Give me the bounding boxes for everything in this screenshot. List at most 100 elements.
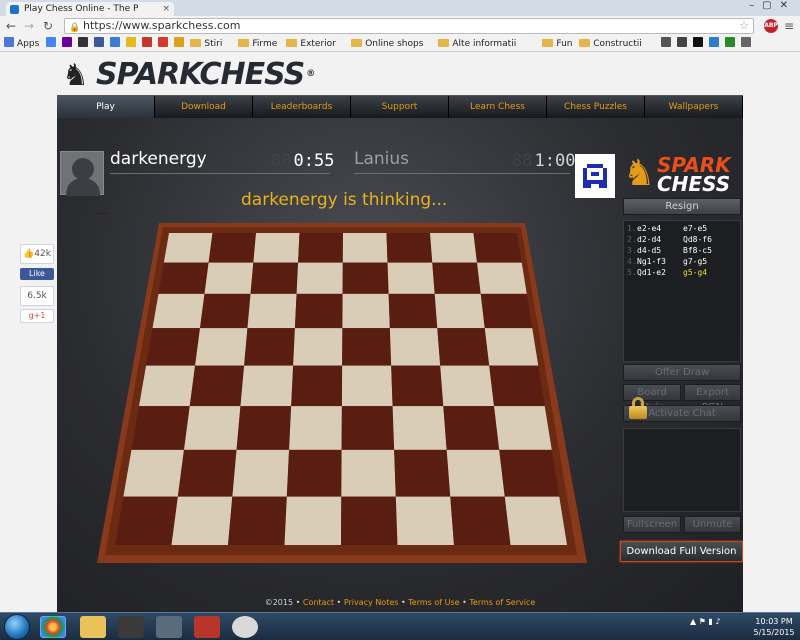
board-svg[interactable]: ♜♞♝♚♛♝♞♜♟♟♟♛♟♟♟♞♟♟♟♝♛♟♟♟♟♟♞♚♝♞♜♜	[97, 213, 587, 563]
window-controls[interactable]: –▢✕	[749, 0, 796, 11]
bookmark-firme[interactable]: Firme	[238, 37, 277, 51]
board-square	[199, 293, 251, 329]
bookmark-facebook-icon[interactable]	[94, 37, 107, 51]
bookmark-grid-site-icon[interactable]	[660, 37, 674, 51]
unmute-button[interactable]: Unmute	[684, 516, 741, 533]
rl-icon	[142, 37, 153, 47]
sparkchess-logo[interactable]: ♞ SPARKCHESS ®	[62, 52, 315, 97]
nav-play[interactable]: Play	[57, 96, 155, 119]
board-square	[228, 496, 287, 545]
board-square	[395, 496, 454, 545]
bookmark-yahoo-icon[interactable]	[62, 37, 75, 51]
start-button-icon[interactable]	[4, 614, 30, 640]
chess-board[interactable]: ♜♞♝♚♛♝♞♜♟♟♟♛♟♟♟♞♟♟♟♝♛♟♟♟♟♟♞♚♝♞♜♜	[97, 213, 587, 563]
bookmark-clock-site-icon[interactable]	[724, 37, 738, 51]
bookmark-apps[interactable]: Apps	[4, 37, 39, 51]
system-date: 5/15/2015	[753, 628, 795, 637]
bookmark-dark-site-icon[interactable]	[78, 37, 91, 51]
reload-icon[interactable]: ↻	[43, 19, 53, 33]
board-square	[437, 328, 490, 366]
bookmark-rl-icon[interactable]	[142, 37, 155, 51]
folder-icon	[579, 39, 591, 47]
bookmark-alte-informatii[interactable]: Alte informatii	[438, 37, 516, 51]
back-arrow-icon[interactable]: ←	[6, 19, 16, 33]
bookmark-dexonline-icon[interactable]	[676, 37, 690, 51]
browser-menu-icon[interactable]: ≡	[784, 19, 794, 33]
folder-icon	[190, 39, 202, 47]
apps-grid-icon	[4, 37, 14, 47]
google-plus-button[interactable]: g+1	[20, 309, 54, 323]
board-square	[296, 262, 343, 294]
bookmark-star-site-icon[interactable]	[158, 37, 171, 51]
fullscreen-button[interactable]: Fullscreen	[623, 516, 681, 533]
download-full-version-button[interactable]: Download Full Version	[620, 541, 743, 562]
resign-button[interactable]: Resign	[623, 198, 741, 215]
forward-arrow-icon[interactable]: →	[24, 19, 34, 33]
bookmark-imdb-icon[interactable]	[126, 37, 139, 51]
board-square	[232, 449, 290, 497]
move-row[interactable]: 5.Qd1-e2 g5-g4	[627, 267, 737, 278]
black-rook-piece[interactable]: ♜	[97, 213, 112, 221]
side-logo-chess: CHESS	[657, 172, 731, 196]
board-square	[184, 406, 241, 450]
board-square	[291, 365, 343, 407]
bookmark-globe-icon[interactable]	[708, 37, 722, 51]
bookmark-fun[interactable]: Fun	[542, 37, 572, 51]
move-row[interactable]: 3.d4-d5 Bf8-c5	[627, 245, 737, 256]
address-bar[interactable]: 🔒 https://www.sparkchess.com ☆	[64, 18, 754, 34]
export-pgn-button[interactable]: Export PGN	[684, 384, 741, 413]
nvidia-icon[interactable]	[118, 616, 144, 638]
move-row[interactable]: 1.e2-e4 e7-e5	[627, 223, 737, 234]
footer-separator: •	[295, 598, 301, 607]
footer-contact-link[interactable]: Contact	[303, 598, 334, 607]
player-clock: 88 0:55	[271, 151, 334, 171]
m-app-icon[interactable]	[156, 616, 182, 638]
nav-learn-chess[interactable]: Learn Chess	[449, 96, 547, 119]
move-number: 2.	[627, 235, 637, 244]
bookmark-stiri[interactable]: Stiri	[190, 37, 222, 51]
board-square	[477, 262, 527, 294]
board-square	[171, 496, 233, 545]
nav-support[interactable]: Support	[351, 96, 449, 119]
bookmark-mail-site-icon[interactable]	[174, 37, 187, 51]
board-square	[204, 262, 254, 294]
nav-chess-puzzles[interactable]: Chess Puzzles	[547, 96, 645, 119]
folder-icon	[286, 39, 298, 47]
system-clock[interactable]: 10:03 PM 5/15/2015	[752, 616, 796, 638]
bookmark-exterior[interactable]: Exterior	[286, 37, 336, 51]
bookmark-constructii[interactable]: Constructii	[579, 37, 642, 51]
board-square	[146, 328, 200, 366]
nav-leaderboards[interactable]: Leaderboards	[253, 96, 351, 119]
bookmark-t-site-icon[interactable]	[110, 37, 123, 51]
chrome-taskbar-icon[interactable]	[40, 616, 66, 638]
footer-separator: •	[336, 598, 342, 607]
footer-service-link[interactable]: Terms of Service	[469, 598, 535, 607]
adblock-extension-icon[interactable]: ABP	[764, 19, 778, 33]
bookmark-star-icon[interactable]: ☆	[739, 19, 749, 33]
thumbs-up-icon: 👍	[23, 249, 35, 259]
facebook-like-button[interactable]: Like	[20, 268, 54, 280]
file-explorer-icon[interactable]	[80, 616, 106, 638]
bookmark-google-icon[interactable]	[46, 37, 59, 51]
chat-box[interactable]	[623, 428, 741, 512]
nav-download[interactable]: Download	[155, 96, 253, 119]
bookmark-ri-icon[interactable]	[692, 37, 706, 51]
footer-privacy-link[interactable]: Privacy Notes	[344, 598, 399, 607]
move-row[interactable]: 4.Ng1-f3 g7-g5	[627, 256, 737, 267]
system-tray-icons[interactable]: ▲ ⚑ ▮ ♪	[690, 617, 720, 626]
move-number: 4.	[627, 257, 637, 266]
browser-tab[interactable]: Play Chess Online - The P ×	[6, 2, 174, 16]
bookmark-circle-site-icon[interactable]	[740, 37, 754, 51]
tab-close-icon[interactable]: ×	[162, 2, 170, 16]
white-move: d2-d4	[637, 235, 662, 244]
board-square	[342, 262, 389, 294]
footer-separator: •	[400, 598, 406, 607]
footer-terms-link[interactable]: Terms of Use	[408, 598, 459, 607]
globe-app-icon[interactable]	[232, 616, 258, 638]
move-row[interactable]: 2.d2-d4 Qd8-f6	[627, 234, 737, 245]
nav-wallpapers[interactable]: Wallpapers	[645, 96, 743, 119]
offer-draw-button[interactable]: Offer Draw	[623, 364, 741, 381]
bookmark-label: Firme	[252, 39, 278, 49]
bookmark-online-shops[interactable]: Online shops	[351, 37, 423, 51]
pdf-app-icon[interactable]	[194, 616, 220, 638]
